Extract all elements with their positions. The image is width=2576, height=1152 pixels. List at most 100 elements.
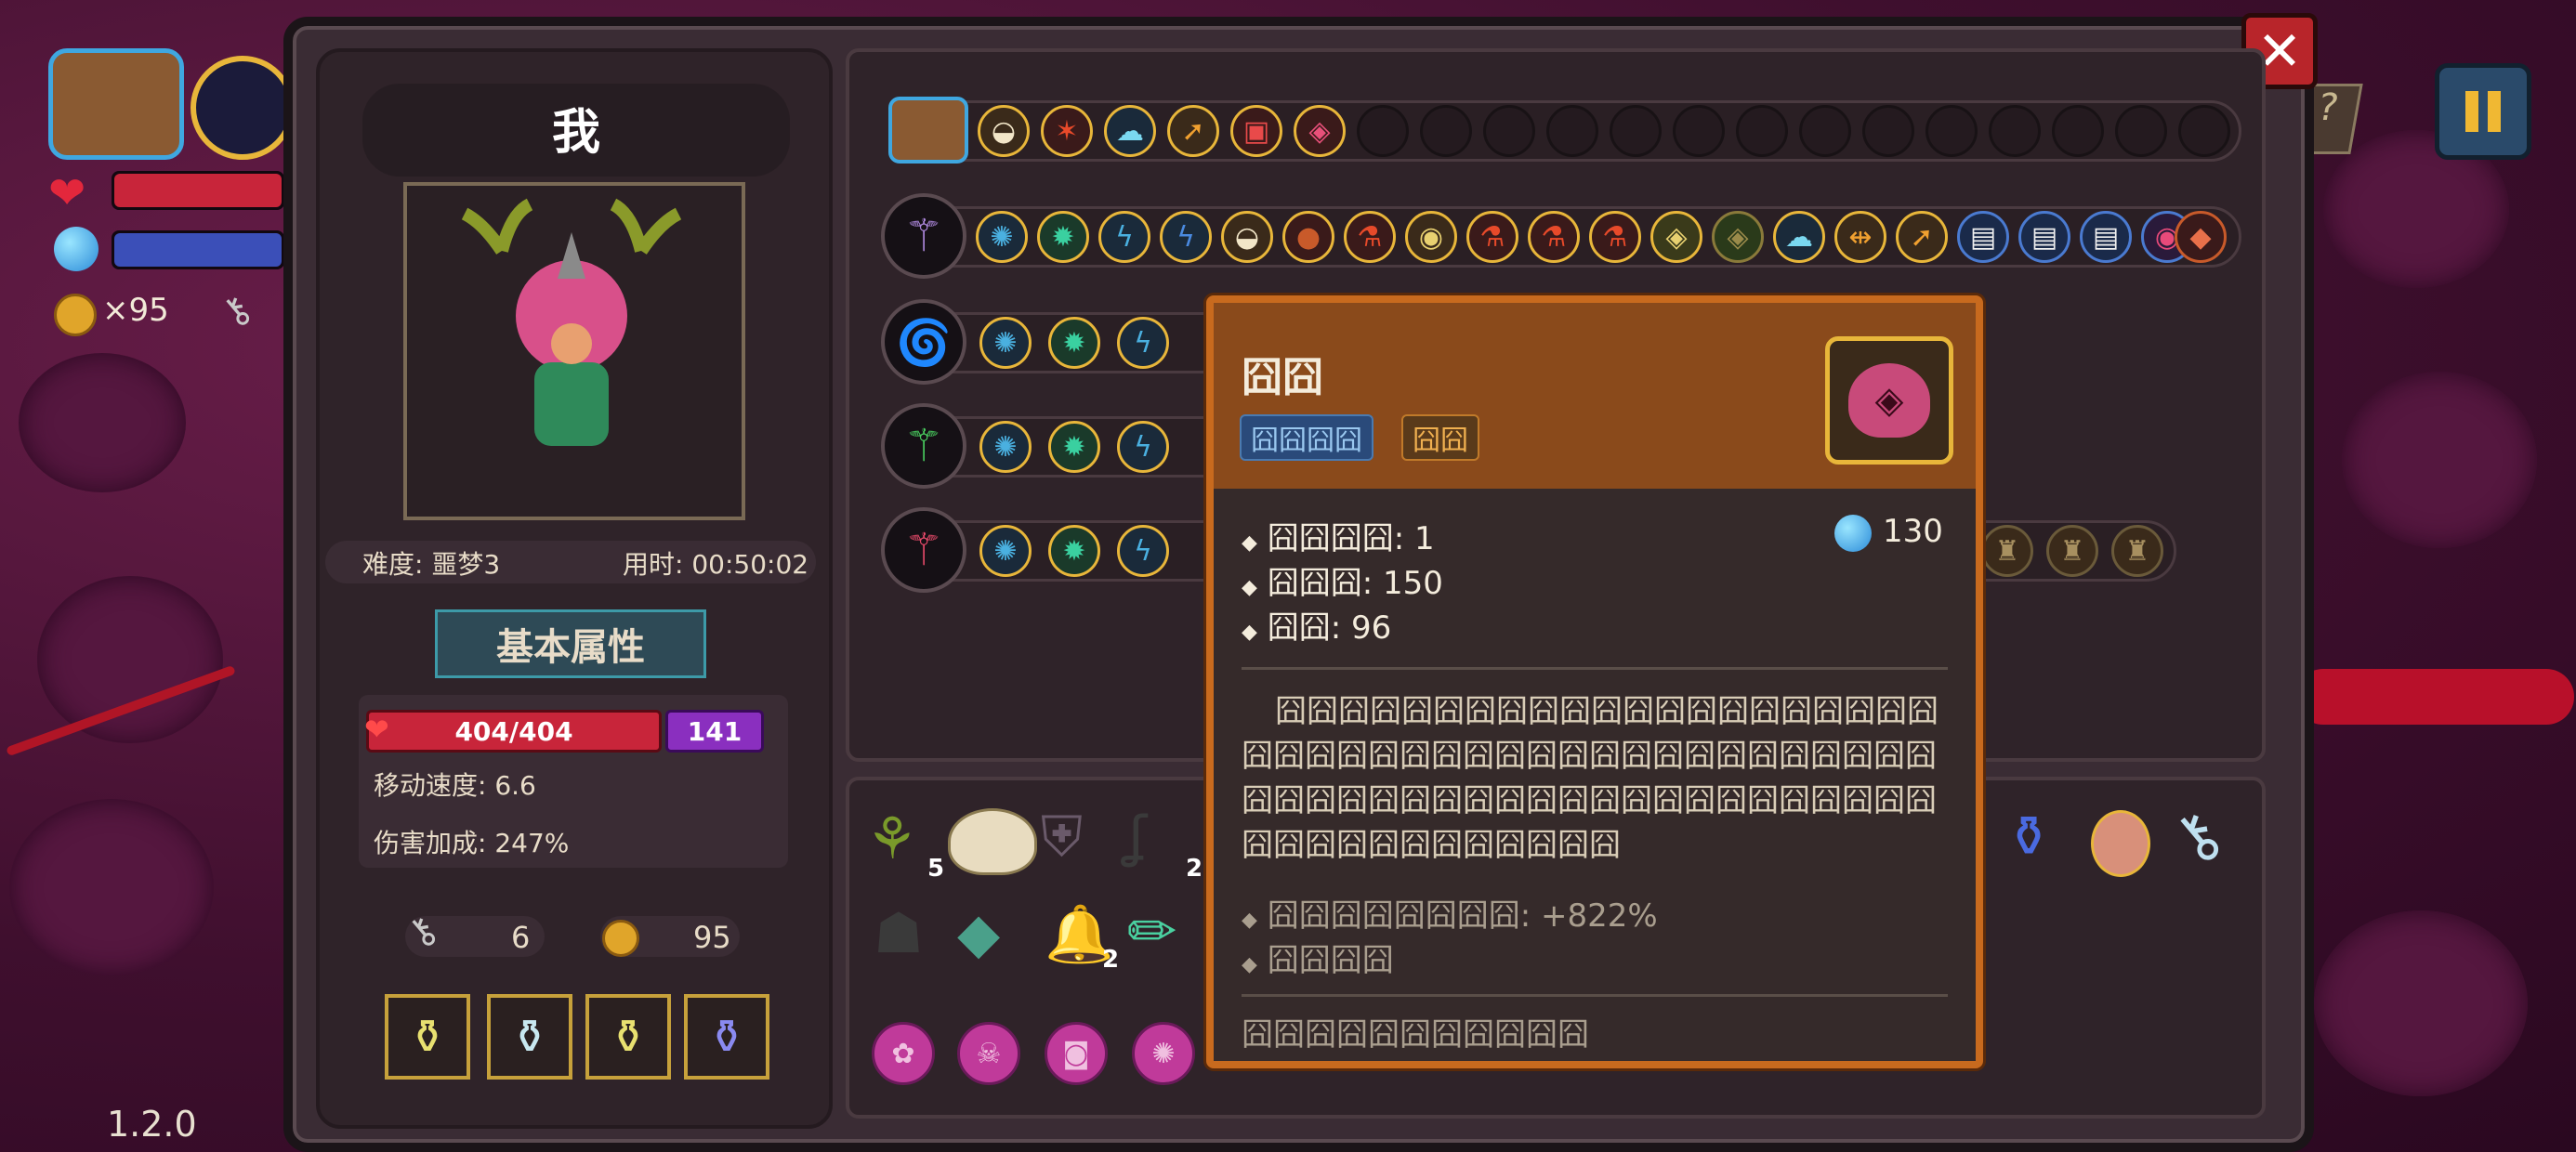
bag-button[interactable] — [48, 48, 184, 160]
empty-slot — [1799, 105, 1851, 157]
bolt-icon[interactable]: ϟ — [1098, 211, 1150, 263]
character-name: 我 — [551, 105, 600, 161]
tooltip-bonus-2-text: 囧囧囧囧 — [1267, 942, 1394, 979]
potion-icon[interactable]: ⚗ — [1344, 211, 1396, 263]
bg-cell — [2314, 910, 2528, 1096]
ghost-icon[interactable]: ☁ — [1773, 211, 1825, 263]
gem-icon[interactable]: ✹ — [1048, 317, 1100, 369]
tooltip-footer: 囧囧囧囧囧囧囧囧囧囧囧 — [1242, 1016, 1589, 1054]
item-count: 2 — [1102, 946, 1120, 974]
skull-icon[interactable]: ☠ — [957, 1022, 1020, 1085]
gem-icon[interactable]: ✹ — [1037, 211, 1089, 263]
tooltip-divider — [1242, 667, 1948, 670]
ghost-icon[interactable]: ☁ — [1104, 105, 1156, 157]
tooltip-title: 囧囧 — [1242, 354, 1323, 401]
tooltip-stat-2-text: 囧囧囧: 150 — [1267, 565, 1443, 602]
bread-icon[interactable] — [948, 808, 1037, 875]
book-icon[interactable]: ▤ — [2080, 211, 2132, 263]
empty-slot — [2178, 105, 2230, 157]
tooltip-bonus-1-text: 囧囧囧囧囧囧囧囧: +822% — [1267, 897, 1658, 935]
cube-icon[interactable]: ◆ — [957, 901, 1000, 966]
potion-slot-1[interactable]: ⚱ — [385, 994, 470, 1080]
potion-icon[interactable]: ⚗ — [1528, 211, 1580, 263]
weapon-3-slot[interactable]: ⚚ — [881, 403, 966, 489]
totem-icon[interactable]: ♜ — [2046, 525, 2098, 577]
gem-icon[interactable]: ✹ — [1048, 525, 1100, 577]
weapon-2-slot[interactable]: 🌀 — [881, 299, 966, 385]
totem-icon[interactable]: ♜ — [1981, 525, 2033, 577]
totem-icon[interactable]: ♜ — [2111, 525, 2163, 577]
hp-heart-icon: ❤ — [364, 712, 389, 747]
eye-icon[interactable]: ◉ — [1405, 211, 1457, 263]
swirl-icon[interactable]: ✺ — [979, 421, 1032, 473]
keys-count: 6 — [511, 920, 531, 955]
bg-cell — [37, 576, 223, 743]
meat-icon[interactable]: ◆ — [2175, 211, 2227, 263]
tooltip-cost: 130 — [1883, 513, 1943, 550]
tooltip-stat-3: ◆ 囧囧: 96 — [1242, 609, 1392, 647]
bolt-icon[interactable]: ϟ — [1117, 525, 1169, 577]
mana-orb-icon — [54, 227, 99, 271]
bolt-icon[interactable]: ϟ — [1160, 211, 1212, 263]
stone-icon[interactable]: ☗ — [874, 901, 924, 966]
bolt-icon[interactable]: ϟ — [1117, 317, 1169, 369]
arrows-icon[interactable]: ⇹ — [1834, 211, 1886, 263]
bag-slot-icon[interactable] — [888, 97, 968, 164]
weapon-1-slot[interactable]: ⚚ — [881, 193, 966, 279]
shield-rune-icon[interactable]: ◈ — [1650, 211, 1702, 263]
rune-icon[interactable]: ◈ — [1294, 105, 1346, 157]
bottle-icon[interactable]: ⚱ — [2005, 805, 2052, 870]
book-icon[interactable]: ▤ — [1957, 211, 2009, 263]
book-icon[interactable]: ▤ — [2018, 211, 2070, 263]
time-label: 用时: 00:50:02 — [623, 549, 809, 580]
bomb-icon[interactable]: ● — [1282, 211, 1334, 263]
bg-vein — [2295, 669, 2574, 725]
tooltip-item-icon: ◈ — [1825, 336, 1953, 465]
damage-bonus-stat: 伤害加成: 247% — [374, 828, 570, 858]
empty-slot — [1483, 105, 1535, 157]
swirl-icon[interactable]: ✺ — [979, 317, 1032, 369]
bg-cell — [9, 799, 214, 975]
curse-icon[interactable]: ✺ — [1132, 1022, 1195, 1085]
weapon-4-slot[interactable]: ⚚ — [881, 507, 966, 593]
hp-display: 404/404 — [366, 710, 662, 753]
antler-icon[interactable]: ⚘ — [866, 805, 918, 872]
coin-icon — [602, 920, 639, 957]
swirl-icon[interactable]: ✺ — [979, 525, 1032, 577]
rune-icon: ◈ — [1848, 363, 1930, 438]
empty-slot — [1420, 105, 1472, 157]
version-label: 1.2.0 — [107, 1104, 197, 1145]
tooltip-stat-1: ◆ 囧囧囧囧: 1 — [1242, 520, 1435, 557]
potion-icon[interactable]: ⚗ — [1589, 211, 1641, 263]
heart-icon: ❤ — [48, 167, 86, 219]
hp-bar — [112, 171, 284, 210]
potion-slot-4[interactable]: ⚱ — [684, 994, 769, 1080]
gem-icon[interactable]: ✹ — [1048, 421, 1100, 473]
arrow-icon[interactable]: ➚ — [1167, 105, 1219, 157]
bread-icon[interactable]: ◒ — [1221, 211, 1273, 263]
pause-button[interactable] — [2435, 63, 2531, 160]
mana-bar — [112, 230, 284, 269]
shield-rune-icon[interactable]: ◈ — [1712, 211, 1764, 263]
target-icon[interactable]: ✶ — [1041, 105, 1093, 157]
potion-icon[interactable]: ⚗ — [1466, 211, 1518, 263]
potion-slot-3[interactable]: ⚱ — [585, 994, 671, 1080]
curse-icon[interactable]: ◙ — [1045, 1022, 1108, 1085]
tooltip-description: 囧囧囧囧囧囧囧囧囧囧囧囧囧囧囧囧囧囧囧囧囧囧囧囧囧囧囧囧囧囧囧囧囧囧囧囧囧囧囧囧… — [1242, 693, 1939, 864]
curse-icon[interactable]: ✿ — [872, 1022, 935, 1085]
arrow-icon[interactable]: ➚ — [1896, 211, 1948, 263]
egg-icon[interactable] — [2091, 810, 2150, 877]
tooltip-stat-1-text: 囧囧囧囧: 1 — [1267, 520, 1435, 557]
pause-bar-right — [2488, 91, 2501, 132]
hook-icon[interactable]: ʆ — [1128, 805, 1147, 870]
cauldron-icon[interactable]: ▣ — [1230, 105, 1282, 157]
bread-icon[interactable]: ◒ — [978, 105, 1030, 157]
swirl-icon[interactable]: ✺ — [976, 211, 1028, 263]
weapon-portrait[interactable] — [191, 56, 295, 160]
key-icon: ⚷ — [212, 285, 261, 337]
empty-slot — [2115, 105, 2167, 157]
bolt-icon[interactable]: ϟ — [1117, 421, 1169, 473]
potion-slot-2[interactable]: ⚱ — [487, 994, 572, 1080]
empty-slot — [1610, 105, 1662, 157]
armor-icon[interactable]: ⛨ — [1041, 805, 1083, 870]
